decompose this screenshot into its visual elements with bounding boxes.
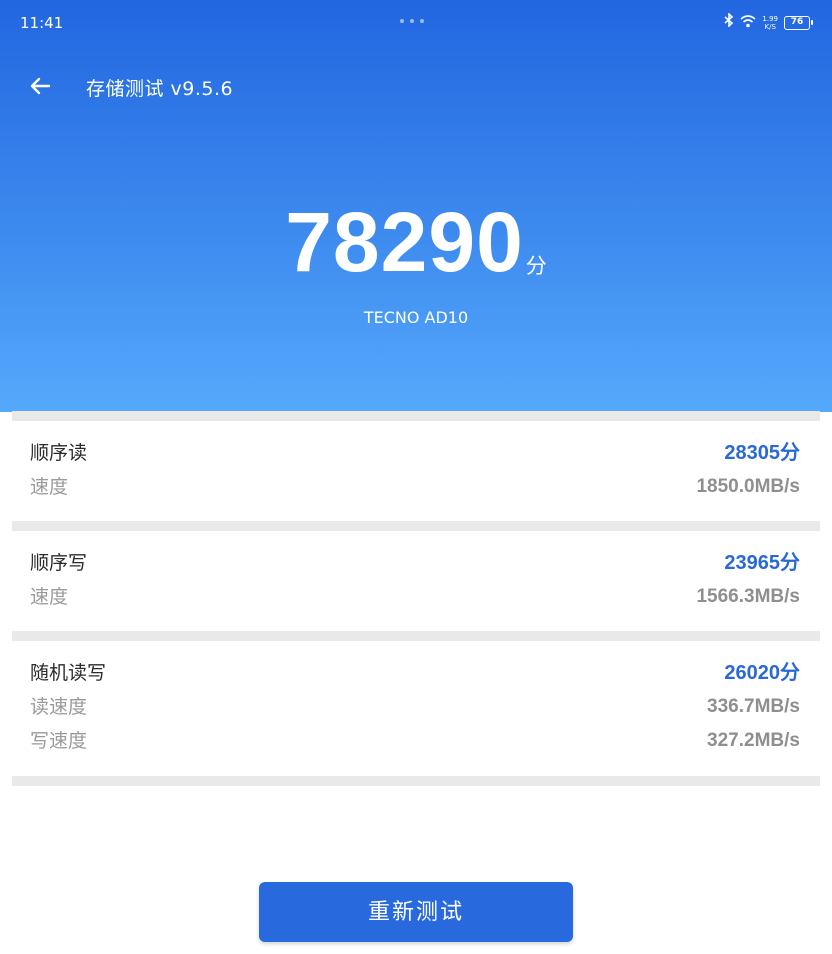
detail-label: 写速度 bbox=[30, 730, 88, 752]
detail-label: 速度 bbox=[30, 586, 69, 608]
result-score: 26020分 bbox=[724, 662, 800, 684]
wifi-icon bbox=[740, 14, 756, 32]
result-card-random-rw: 随机读写 26020分 读速度 336.7MB/s 写速度 327.2MB/s bbox=[12, 660, 820, 770]
bluetooth-icon bbox=[724, 12, 734, 32]
arrow-left-icon bbox=[30, 77, 51, 95]
status-bar: 11:41 1.99 K/S 76 bbox=[0, 0, 832, 44]
result-card-sequential-read: 顺序读 28305分 速度 1850.0MB/s bbox=[12, 440, 820, 520]
page-title: 存储测试 v9.5.6 bbox=[86, 78, 234, 100]
status-time: 11:41 bbox=[20, 14, 64, 32]
total-score-value: 78290 bbox=[285, 195, 524, 289]
result-score: 23965分 bbox=[724, 552, 800, 574]
detail-label: 速度 bbox=[30, 476, 69, 498]
divider bbox=[12, 776, 820, 786]
detail-value: 336.7MB/s bbox=[707, 696, 800, 717]
detail-label: 读速度 bbox=[30, 696, 88, 718]
result-name: 随机读写 bbox=[30, 662, 107, 684]
network-speed: 1.99 K/S bbox=[762, 15, 778, 31]
device-name: TECNO AD10 bbox=[363, 308, 469, 327]
detail-value: 327.2MB/s bbox=[707, 730, 800, 751]
divider bbox=[12, 521, 820, 531]
detail-value: 1566.3MB/s bbox=[696, 586, 800, 607]
more-dots-indicator bbox=[400, 19, 424, 23]
result-card-sequential-write: 顺序写 23965分 速度 1566.3MB/s bbox=[12, 550, 820, 630]
detail-value: 1850.0MB/s bbox=[696, 476, 800, 497]
app-bar: 存储测试 v9.5.6 bbox=[0, 60, 832, 112]
result-name: 顺序写 bbox=[30, 552, 88, 574]
result-score: 28305分 bbox=[724, 442, 800, 464]
network-speed-unit: K/S bbox=[764, 22, 776, 31]
status-icons: 1.99 K/S 76 bbox=[724, 12, 813, 32]
retest-button[interactable]: 重新测试 bbox=[259, 882, 573, 942]
result-name: 顺序读 bbox=[30, 442, 88, 464]
header-panel: 11:41 1.99 K/S 76 存储测试 v9.5.6 78290 分 TE… bbox=[0, 0, 832, 412]
network-speed-value: 1.99 bbox=[762, 14, 778, 23]
total-score-unit: 分 bbox=[525, 254, 547, 278]
divider bbox=[12, 411, 820, 421]
battery-icon: 76 bbox=[784, 15, 813, 30]
back-button[interactable] bbox=[28, 72, 60, 100]
total-score: 78290 分 bbox=[0, 200, 832, 284]
divider bbox=[12, 631, 820, 641]
